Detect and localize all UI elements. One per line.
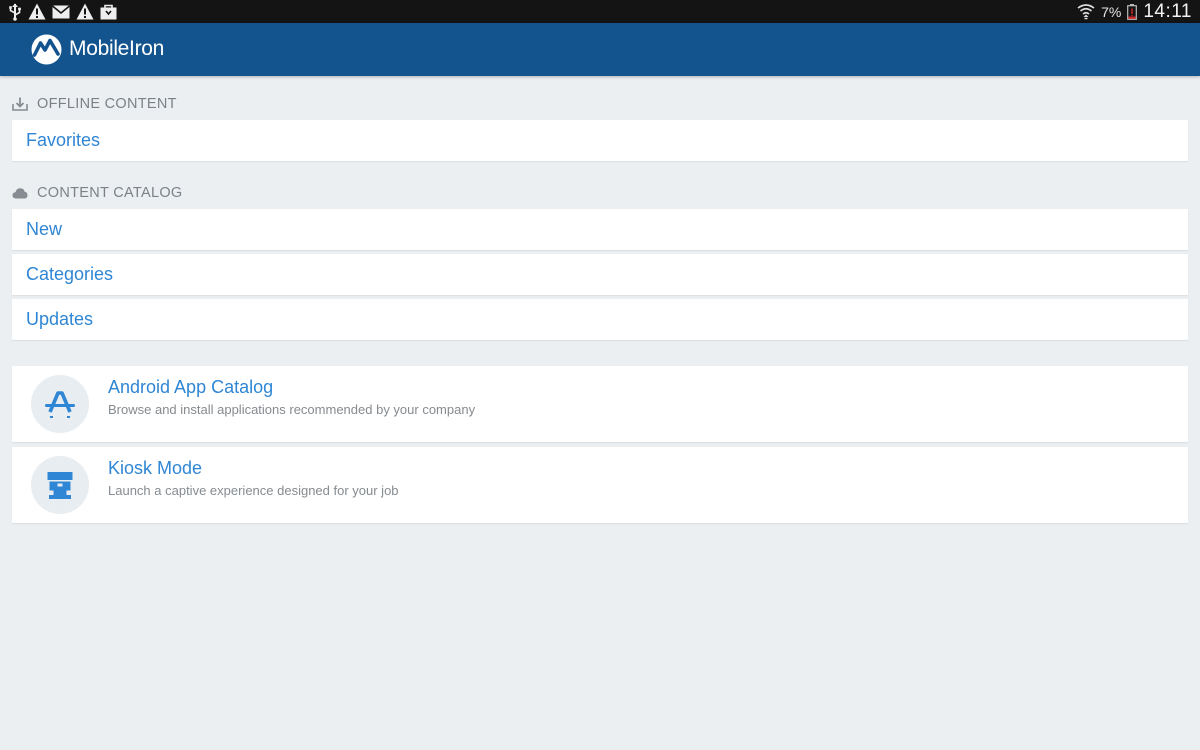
clock: 14:11 bbox=[1143, 0, 1192, 22]
section-title: OFFLINE CONTENT bbox=[37, 96, 177, 112]
battery-percent: 7% bbox=[1101, 3, 1122, 20]
list-item-favorites[interactable]: Favorites bbox=[12, 120, 1188, 161]
status-bar: 7% 14:11 bbox=[0, 0, 1200, 23]
cloud-icon bbox=[12, 188, 28, 199]
warning-icon bbox=[28, 3, 46, 20]
app-bar: MobileIron bbox=[0, 23, 1200, 76]
email-icon bbox=[52, 4, 70, 18]
app-description: Launch a captive experience designed for… bbox=[108, 483, 399, 498]
kiosk-icon bbox=[47, 472, 73, 499]
download-icon bbox=[12, 97, 28, 111]
app-description: Browse and install applications recommen… bbox=[108, 402, 476, 417]
section-title: CONTENT CATALOG bbox=[37, 185, 183, 201]
list-item-categories[interactable]: Categories bbox=[12, 254, 1188, 295]
app-icon-container bbox=[31, 375, 89, 433]
mobileiron-logo-icon bbox=[31, 34, 62, 65]
app-title: Android App Catalog bbox=[108, 377, 274, 397]
usb-icon bbox=[9, 3, 21, 21]
app-store-a-icon bbox=[45, 391, 75, 418]
list-item-updates[interactable]: Updates bbox=[12, 299, 1188, 340]
system-status: 7% 14:11 bbox=[1077, 0, 1192, 23]
warning-icon bbox=[76, 3, 94, 20]
app-icon-container bbox=[31, 456, 89, 514]
wifi-icon bbox=[1077, 4, 1095, 20]
list-item-label: Updates bbox=[26, 309, 94, 329]
content-catalog-header: CONTENT CATALOG bbox=[12, 183, 183, 203]
app-item-android-app-catalog[interactable]: Android App Catalog Browse and install a… bbox=[12, 366, 1188, 442]
list-item-new[interactable]: New bbox=[12, 209, 1188, 250]
shopping-bag-icon bbox=[100, 4, 117, 19]
app-logo-text: MobileIron bbox=[69, 37, 165, 60]
app-title: Kiosk Mode bbox=[108, 458, 203, 478]
offline-content-header: OFFLINE CONTENT bbox=[12, 94, 177, 114]
app-item-kiosk-mode[interactable]: Kiosk Mode Launch a captive experience d… bbox=[12, 447, 1188, 523]
notification-icons bbox=[8, 2, 117, 21]
list-item-label: New bbox=[26, 219, 63, 239]
list-item-label: Favorites bbox=[26, 130, 101, 150]
list-item-label: Categories bbox=[26, 264, 114, 284]
battery-low-icon bbox=[1127, 3, 1138, 20]
